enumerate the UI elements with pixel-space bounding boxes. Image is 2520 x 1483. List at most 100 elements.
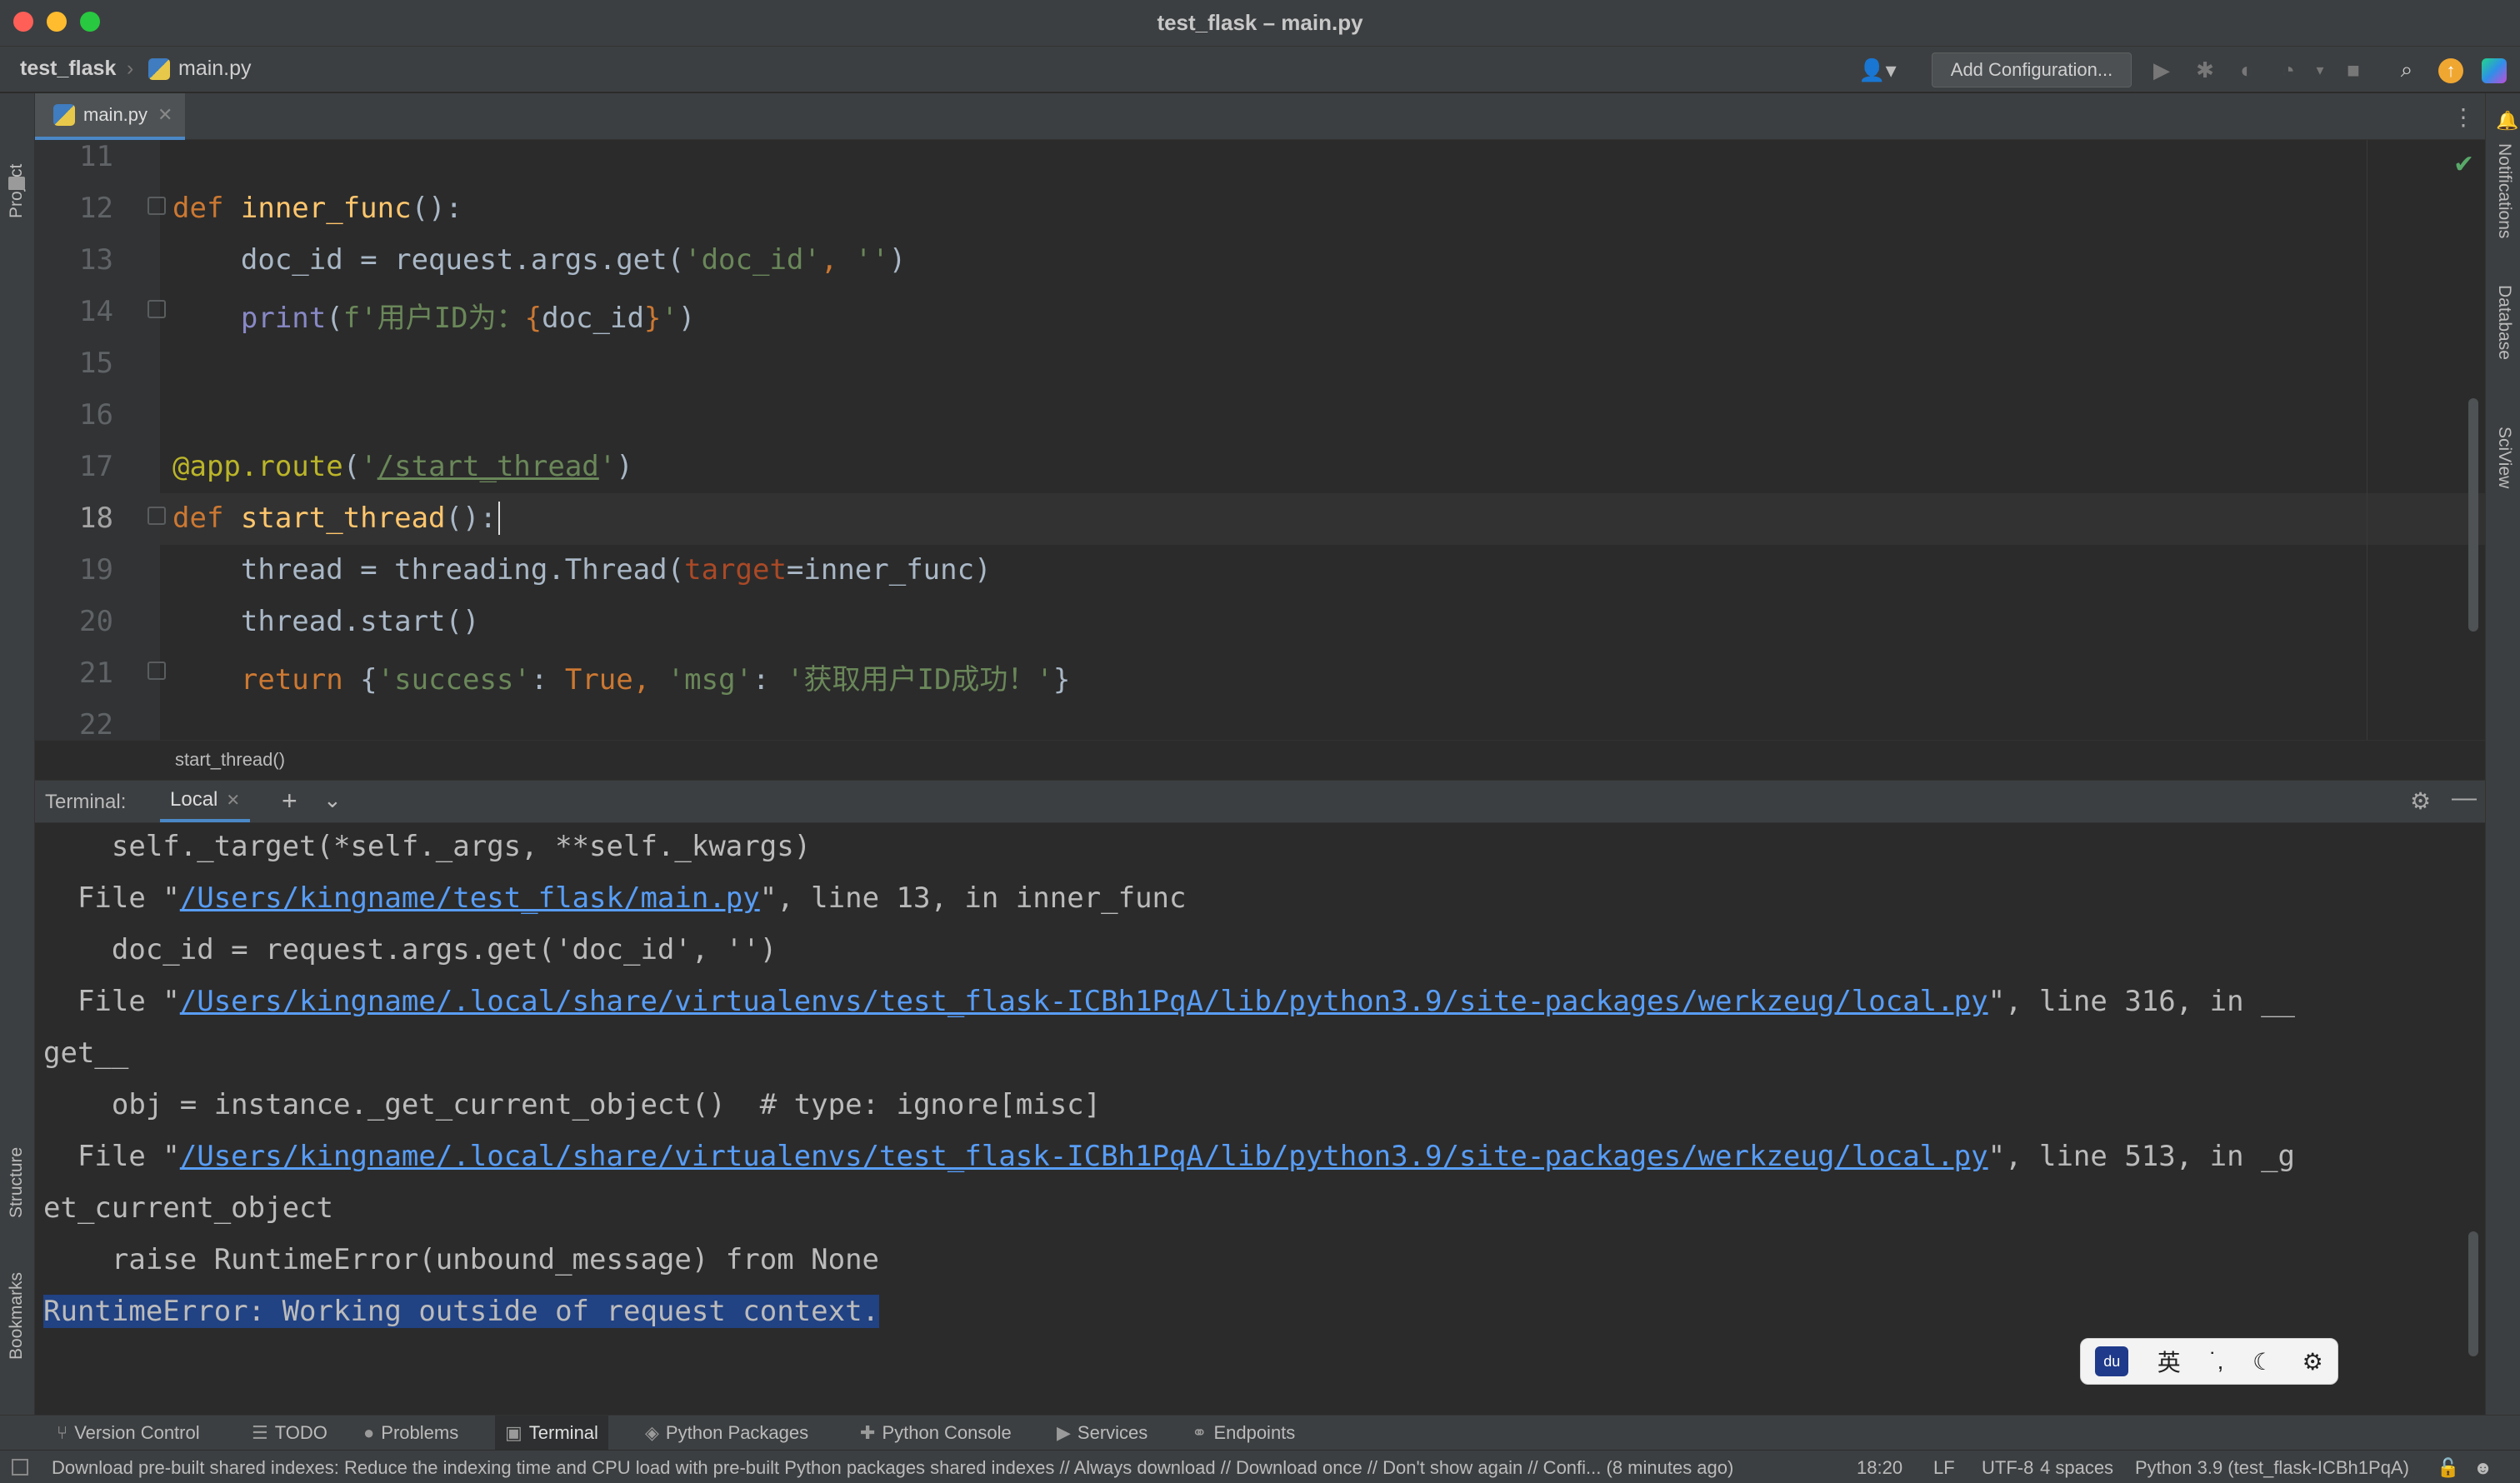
line-number: 14 — [79, 295, 113, 328]
right-margin-guide — [2367, 140, 2368, 740]
code-line-14[interactable]: print(f'用户ID为：{doc_id}') — [172, 295, 696, 336]
tool-services[interactable]: ▶ Services — [1047, 1416, 1158, 1451]
more-run-options-icon[interactable]: ▾ — [2307, 57, 2333, 83]
search-icon[interactable]: ⌕ — [2393, 57, 2420, 83]
project-tool-button[interactable]: Project — [7, 164, 27, 218]
fold-icon[interactable] — [148, 300, 166, 318]
code-line-20[interactable]: thread.start() — [172, 605, 480, 638]
code-line-17[interactable]: @app.route('/start_thread') — [172, 450, 633, 483]
nav-project[interactable]: test_flask — [20, 57, 116, 81]
terminal-line: get__ — [43, 1036, 129, 1070]
current-line-highlight — [160, 493, 2485, 545]
info-icon: ● — [363, 1422, 375, 1443]
database-tool-button[interactable]: Database — [2494, 285, 2514, 360]
add-configuration-button[interactable]: Add Configuration... — [1932, 52, 2132, 87]
run-icon[interactable]: ▶ — [2148, 57, 2175, 83]
editor-tabs: main.py ✕ ⋮ — [35, 93, 2485, 140]
list-icon: ☰ — [252, 1422, 268, 1443]
terminal-line: et_current_object — [43, 1191, 333, 1225]
code-line-19[interactable]: thread = threading.Thread(target=inner_f… — [172, 553, 992, 587]
terminal-line-selected: RuntimeError: Working outside of request… — [43, 1295, 880, 1328]
status-bar: Download pre-built shared indexes: Reduc… — [0, 1450, 2520, 1483]
lock-icon[interactable]: 🔓 — [2437, 1457, 2459, 1479]
sciview-tool-button[interactable]: SciView — [2494, 427, 2514, 488]
file-encoding[interactable]: UTF-8 — [1982, 1457, 2033, 1479]
bookmarks-tool-button[interactable]: Bookmarks — [7, 1272, 27, 1360]
code-line-13[interactable]: doc_id = request.args.get('doc_id', '') — [172, 243, 906, 277]
nav-file-label: main.py — [178, 57, 252, 80]
terminal-line: File "/Users/kingname/.local/share/virtu… — [43, 1140, 2296, 1173]
terminal-line: doc_id = request.args.get('doc_id', '') — [43, 933, 778, 966]
close-tab-icon[interactable]: ✕ — [226, 790, 240, 811]
structure-tool-button[interactable]: Structure — [7, 1147, 27, 1218]
terminal-line: File "/Users/kingname/test_flask/main.py… — [43, 881, 1187, 915]
tab-main-py[interactable]: main.py ✕ — [35, 93, 185, 140]
line-number: 11 — [79, 140, 113, 173]
moon-icon[interactable]: ☾ — [2252, 1348, 2273, 1376]
ime-punctuation[interactable]: ˙, — [2209, 1348, 2223, 1375]
python-interpreter[interactable]: Python 3.9 (test_flask-ICBh1PqA) — [2135, 1457, 2409, 1479]
more-options-icon[interactable]: ⋮ — [2452, 103, 2475, 131]
nav-file[interactable]: main.py — [148, 57, 252, 81]
tool-problems[interactable]: ● Problems — [353, 1416, 468, 1451]
ide-logo-icon[interactable] — [2482, 58, 2507, 83]
tool-endpoints[interactable]: ⚭ Endpoints — [1182, 1416, 1305, 1451]
chevron-down-icon[interactable]: ⌄ — [323, 787, 342, 813]
tool-python-packages[interactable]: ◈ Python Packages — [635, 1416, 818, 1451]
terminal-line: obj = instance._get_current_object() # t… — [43, 1088, 1102, 1121]
toggle-tool-windows-icon[interactable] — [12, 1459, 28, 1476]
terminal-scrollbar[interactable] — [2468, 1231, 2478, 1356]
terminal-output[interactable]: self._target(*self._args, **self._kwargs… — [35, 823, 2485, 1413]
line-number-current: 18 — [79, 502, 113, 535]
file-link[interactable]: /Users/kingname/.local/share/virtualenvs… — [180, 1140, 1988, 1173]
branch-icon: ⑂ — [57, 1422, 68, 1443]
gear-icon[interactable]: ⚙ — [2410, 787, 2431, 815]
indent-setting[interactable]: 4 spaces — [2040, 1457, 2113, 1479]
caret-position[interactable]: 18:20 — [1857, 1457, 1902, 1479]
code-editor[interactable]: 11 12 13 14 15 16 17 18 19 20 21 22 def … — [35, 140, 2485, 740]
tool-terminal[interactable]: ▣ Terminal — [495, 1416, 608, 1451]
bell-icon: 🔔 — [2496, 110, 2519, 131]
terminal-header: Terminal: Local ✕ + ⌄ ⚙ — — [35, 780, 2485, 823]
editor-breadcrumb-bar: start_thread() — [35, 740, 2485, 780]
stop-icon[interactable]: ■ — [2340, 57, 2367, 83]
tool-todo[interactable]: ☰ TODO — [242, 1416, 338, 1451]
line-number: 16 — [79, 398, 113, 432]
code-line-21[interactable]: return {'success': True, 'msg': '获取用户ID成… — [172, 657, 1071, 697]
code-line-12[interactable]: def inner_func(): — [172, 192, 462, 225]
ime-language[interactable]: 英 — [2158, 1345, 2181, 1378]
terminal-label: Terminal: — [45, 791, 127, 813]
code-line-18[interactable]: def start_thread(): — [172, 502, 500, 535]
file-link[interactable]: /Users/kingname/.local/share/virtualenvs… — [180, 985, 1988, 1018]
hide-panel-icon[interactable]: — — [2452, 784, 2477, 812]
close-tab-icon[interactable]: ✕ — [158, 104, 172, 126]
terminal-tab-local[interactable]: Local ✕ — [160, 781, 251, 822]
fold-icon[interactable] — [148, 662, 166, 680]
gear-icon[interactable]: ⚙ — [2302, 1348, 2323, 1376]
fold-icon[interactable] — [148, 507, 166, 525]
play-circle-icon: ▶ — [1057, 1422, 1071, 1443]
ime-logo-icon[interactable]: du — [2095, 1346, 2129, 1376]
update-icon[interactable]: ↑ — [2438, 58, 2463, 83]
profile-icon[interactable]: ◔ — [2275, 57, 2302, 83]
inspection-icon[interactable]: ☻ — [2473, 1457, 2492, 1479]
input-method-toolbar[interactable]: du 英 ˙, ☾ ⚙ — [2080, 1338, 2338, 1385]
text-cursor — [498, 502, 500, 535]
editor-scrollbar[interactable] — [2468, 398, 2478, 632]
coverage-icon[interactable]: ◐ — [2233, 57, 2260, 83]
line-separator[interactable]: LF — [1933, 1457, 1955, 1479]
notifications-tool-button[interactable]: Notifications — [2494, 143, 2514, 238]
python-icon: ✚ — [860, 1422, 876, 1443]
file-link[interactable]: /Users/kingname/test_flask/main.py — [180, 881, 760, 915]
no-problems-check-icon[interactable]: ✔ — [2453, 150, 2474, 179]
status-message[interactable]: Download pre-built shared indexes: Reduc… — [52, 1457, 1733, 1479]
debug-icon[interactable]: ✱ — [2192, 57, 2218, 83]
terminal-line: File "/Users/kingname/.local/share/virtu… — [43, 985, 2296, 1018]
tool-version-control[interactable]: ⑂ Version Control — [47, 1416, 210, 1451]
line-number-gutter: 11 12 13 14 15 16 17 18 19 20 21 22 — [35, 140, 166, 740]
new-terminal-icon[interactable]: + — [282, 786, 298, 816]
breadcrumb[interactable]: start_thread() — [175, 749, 285, 771]
user-account-icon[interactable]: 👤▾ — [1857, 57, 1898, 83]
fold-icon[interactable] — [148, 197, 166, 215]
tool-python-console[interactable]: ✚ Python Console — [850, 1416, 1022, 1451]
